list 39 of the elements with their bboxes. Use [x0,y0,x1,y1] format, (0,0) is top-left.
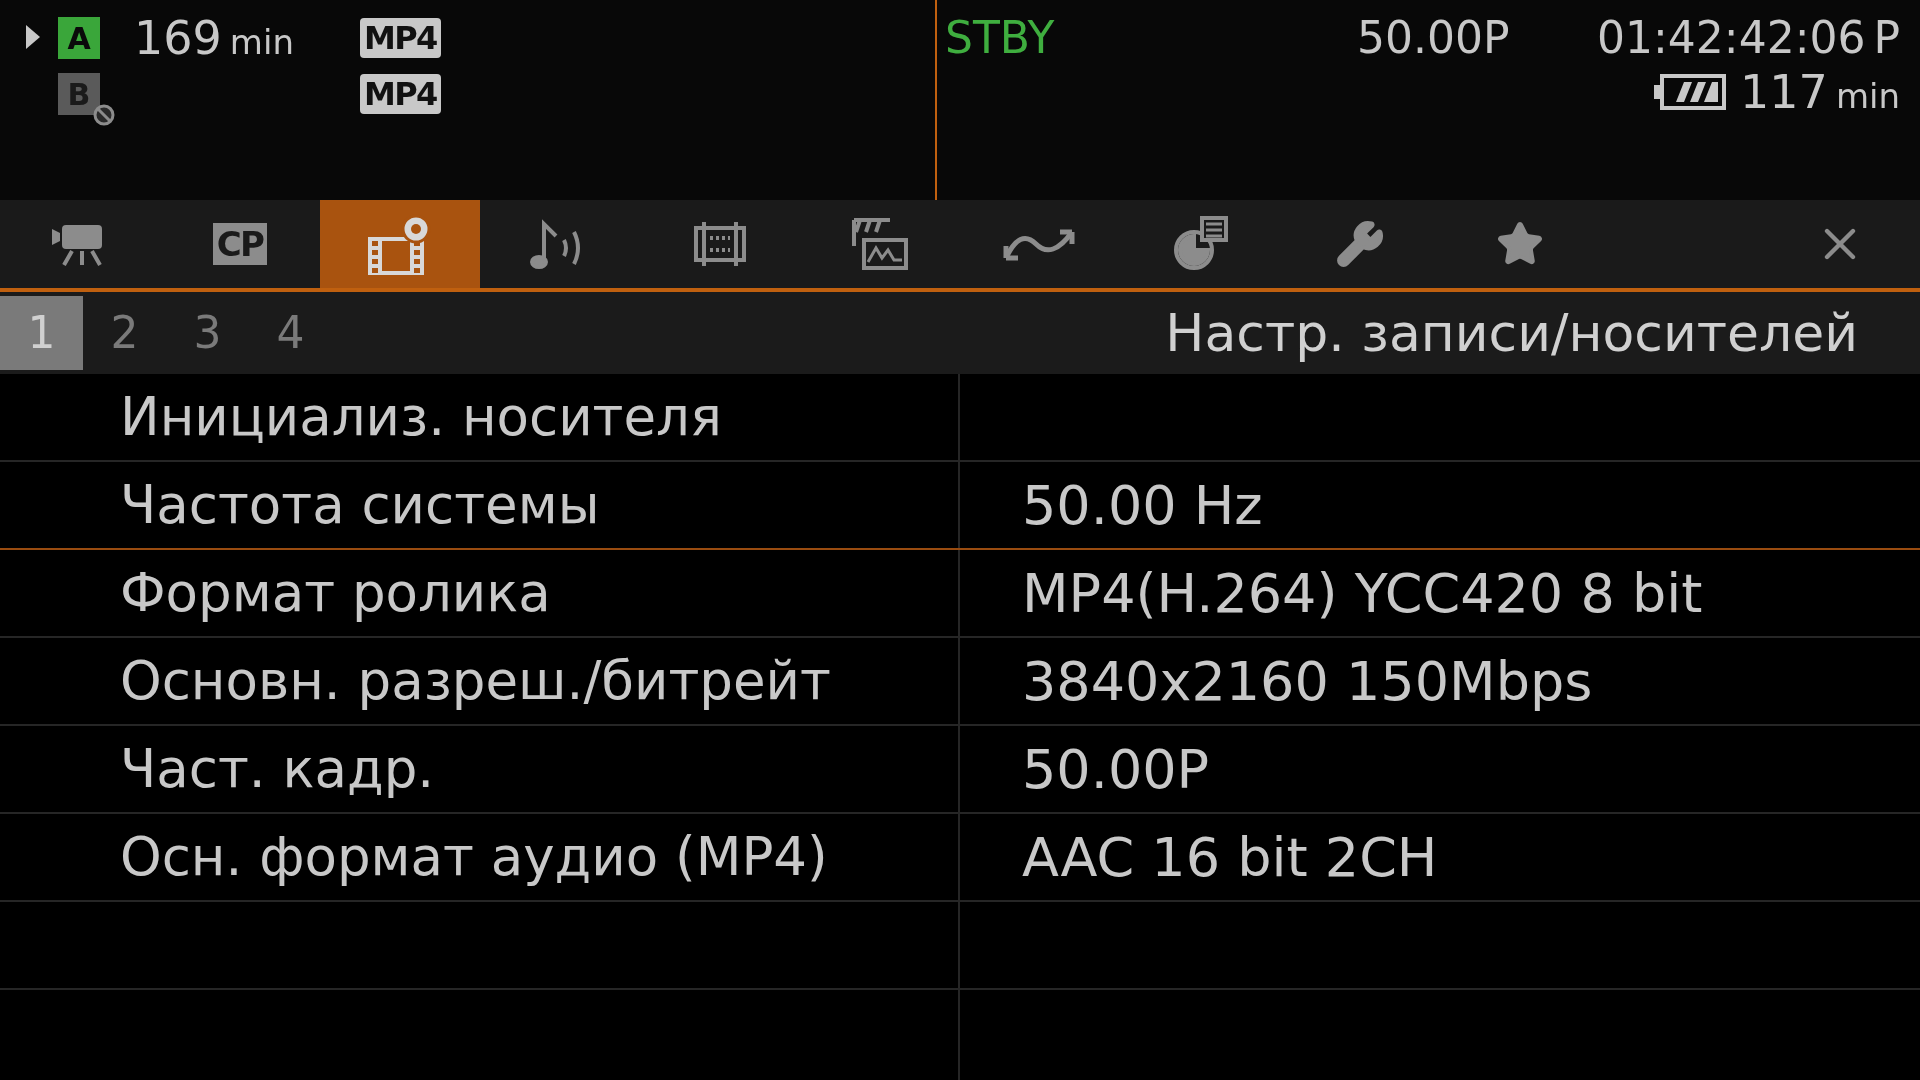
page-tab[interactable]: 3 [166,296,249,370]
section-title: Настр. записи/носителей [1165,302,1858,365]
timecode: 01:42:42:06 [1597,11,1866,65]
time-unit: min [229,20,294,64]
setting-value: 50.00 Hz [1022,472,1263,539]
media-slot: A [58,17,100,59]
time-unit: min [1835,74,1900,118]
setting-label: Частота системы [120,473,600,538]
setting-label: Осн. формат аудио (MP4) [120,825,828,890]
setting-label: Основн. разреш./битрейт [120,649,831,714]
play-arrow-icon [24,23,42,51]
remaining-time: 169 [134,9,222,67]
setting-label: Формат ролика [120,561,551,626]
setting-label: Инициализ. носителя [120,385,722,450]
menu-row[interactable]: Частота системы 50.00 Hz [0,462,1920,550]
setting-value: 3840x2160 150Mbps [1022,648,1593,715]
setting-label: Част. кадр. [120,737,435,802]
menu-row[interactable]: Инициализ. носителя [0,374,1920,462]
setting-value: AAC 16 bit 2CH [1022,824,1438,891]
page-tab[interactable]: 4 [249,296,332,370]
prohibited-icon [92,103,116,127]
battery-icon [1652,72,1729,112]
cp-label: CP [212,223,268,265]
wrench-icon [1335,219,1385,269]
menu-row[interactable]: Осн. формат аудио (MP4) AAC 16 bit 2CH [0,814,1920,902]
menu-row[interactable]: Част. кадр. 50.00P [0,726,1920,814]
page-tab[interactable]: 2 [83,296,166,370]
battery-remaining: 117 [1740,63,1828,121]
menu-tab[interactable] [320,200,480,288]
mode-status: STBY [944,11,1056,65]
timecode-suffix: P [1873,11,1900,65]
setting-value: MP4(H.264) YCC420 8 bit [1022,560,1703,627]
menu-row[interactable]: Основн. разреш./битрейт 3840x2160 150Mbps [0,638,1920,726]
frame-rate: 50.00P [1357,11,1511,65]
menu-row[interactable]: Формат ролика MP4(H.264) YCC420 8 bit [0,550,1920,638]
setting-value: 50.00P [1022,736,1210,803]
format-label: MP4 [360,74,441,114]
format-label: MP4 [360,18,441,58]
waveform-monitor-icon [850,216,910,272]
